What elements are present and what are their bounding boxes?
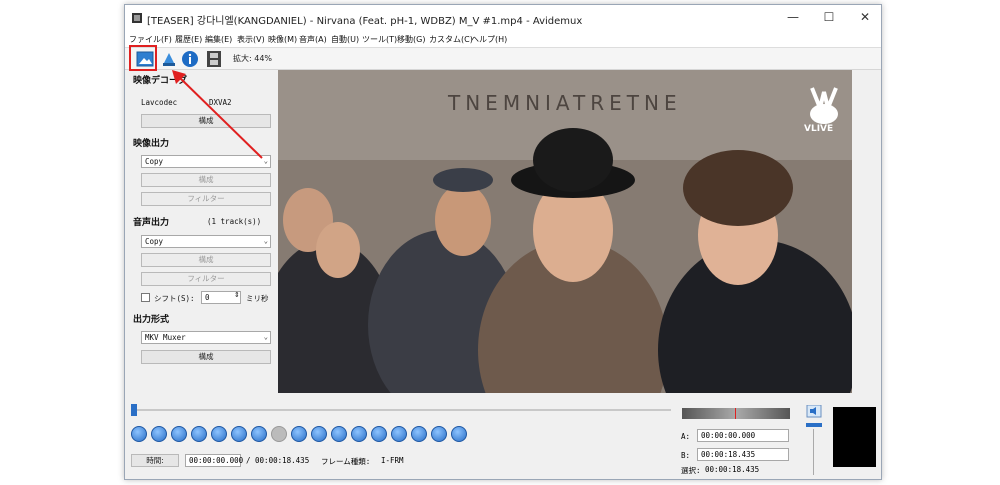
prev-black-button[interactable] (351, 426, 367, 442)
set-marker-b-button[interactable] (291, 426, 307, 442)
audio-waveform-preview (833, 407, 876, 467)
muxer-select[interactable]: MKV Muxer ⌄ (141, 331, 271, 344)
volume-control (803, 404, 825, 477)
muxer-configure-button[interactable]: 構成 (141, 350, 271, 364)
menu-view[interactable]: 表示(V) (237, 34, 265, 45)
goto-marker-a-button[interactable] (311, 426, 327, 442)
play-button[interactable] (131, 426, 147, 442)
delete-button[interactable] (271, 426, 287, 442)
playback-controls (131, 426, 471, 442)
shift-unit: ミリ秒 (246, 294, 269, 303)
stop-button[interactable] (151, 426, 167, 442)
audio-codec-select[interactable]: Copy ⌄ (141, 235, 271, 248)
minimize-button[interactable]: — (775, 5, 811, 29)
next-keyframe-button[interactable] (231, 426, 247, 442)
video-preview: TNEMNIATRETNE VLIVE (278, 70, 852, 393)
goto-start-button[interactable] (391, 426, 407, 442)
selection-value: 00:00:18.435 (705, 465, 760, 474)
zoom-label: 拡大: 44% (233, 54, 273, 63)
goto-end-button[interactable] (411, 426, 427, 442)
next-frame-button[interactable] (191, 426, 207, 442)
output-format-heading: 出力形式 (133, 315, 170, 325)
prev-frame-button[interactable] (171, 426, 187, 442)
decoder-configure-button[interactable]: 構成 (141, 114, 271, 128)
video-codec-select[interactable]: Copy ⌄ (141, 155, 271, 168)
video-filters-button[interactable]: フィルター (141, 192, 271, 206)
menu-audio[interactable]: 音声(A) (299, 34, 327, 45)
menu-help[interactable]: ヘルプ(H) (471, 34, 507, 45)
close-button[interactable]: ✕ (847, 5, 883, 29)
set-marker-a-button[interactable] (251, 426, 267, 442)
menu-bar: ファイル(F) 履歴(E) 編集(E) 表示(V) 映像(M) 音声(A) 自動… (125, 31, 881, 48)
frame-type-label: フレーム種類: (321, 457, 371, 466)
audio-filters-button[interactable]: フィルター (141, 272, 271, 286)
vlive-logo-text: VLIVE (804, 124, 834, 134)
seek-bar[interactable] (131, 403, 671, 417)
total-time: / 00:00:18.435 (246, 456, 310, 465)
info-icon[interactable] (181, 50, 199, 68)
decoder-lavcodec: Lavcodec (141, 98, 178, 107)
film-icon[interactable] (205, 50, 223, 68)
sidebar: 映像デコーダ Lavcodec DXVA2 構成 映像出力 Copy ⌄ 構成 フ… (125, 70, 277, 400)
menu-video[interactable]: 映像(M) (268, 34, 297, 45)
marker-b-label: B: (681, 451, 691, 460)
time-row: 時間: 00:00:00.000 / 00:00:18.435 フレーム種類: … (131, 454, 571, 470)
app-icon (132, 13, 142, 23)
video-configure-button[interactable]: 構成 (141, 173, 271, 187)
save-icon[interactable] (160, 50, 178, 68)
time-button[interactable]: 時間: (131, 454, 179, 467)
shift-spinner-icon[interactable]: ⇕ (234, 291, 240, 299)
selection-label: 選択: (681, 466, 701, 475)
video-decoder-heading: 映像デコーダ (133, 76, 188, 86)
menu-go[interactable]: 移動(G) (397, 34, 425, 45)
marker-a-label: A: (681, 432, 691, 441)
selection-panel: A: 00:00:00.000 B: 00:00:18.435 選択: 00:0… (681, 407, 791, 477)
audio-tracks: (1 track(s)) (207, 217, 262, 226)
marker-b-field[interactable]: 00:00:18.435 (697, 448, 789, 461)
window-title: [TEASER] 강다니엘(KANGDANIEL) - Nirvana (Fea… (147, 16, 583, 27)
forward-button[interactable] (451, 426, 467, 442)
title-bar: [TEASER] 강다니엘(KANGDANIEL) - Nirvana (Fea… (125, 5, 881, 31)
frame-type-value: I-FRM (381, 456, 404, 465)
highlight-box (129, 45, 157, 71)
next-black-button[interactable] (371, 426, 387, 442)
video-output-heading: 映像出力 (133, 139, 170, 149)
decoder-dxva2: DXVA2 (209, 98, 232, 107)
video-frame-image (278, 70, 852, 393)
rewind-button[interactable] (431, 426, 447, 442)
menu-tools[interactable]: ツール(T) (362, 34, 397, 45)
maximize-button[interactable]: ☐ (811, 5, 847, 29)
menu-history[interactable]: 履歴(E) (175, 34, 202, 45)
menu-custom[interactable]: カスタム(C) (429, 34, 473, 45)
shift-label: シフト(S): (154, 294, 195, 303)
menu-file[interactable]: ファイル(F) (129, 34, 172, 45)
shift-checkbox[interactable] (141, 293, 150, 302)
audio-output-heading: 音声出力 (133, 218, 170, 228)
avidemux-window: [TEASER] 강다니엘(KANGDANIEL) - Nirvana (Fea… (124, 4, 882, 480)
wall-text: TNEMNIATRETNE (448, 91, 682, 115)
volume-icon[interactable] (803, 404, 825, 477)
menu-edit[interactable]: 編集(E) (205, 34, 232, 45)
prev-keyframe-button[interactable] (211, 426, 227, 442)
goto-marker-b-button[interactable] (331, 426, 347, 442)
menu-auto[interactable]: 自動(U) (331, 34, 359, 45)
marker-a-field[interactable]: 00:00:00.000 (697, 429, 789, 442)
current-time-field[interactable]: 00:00:00.000 (185, 454, 243, 467)
audio-configure-button[interactable]: 構成 (141, 253, 271, 267)
